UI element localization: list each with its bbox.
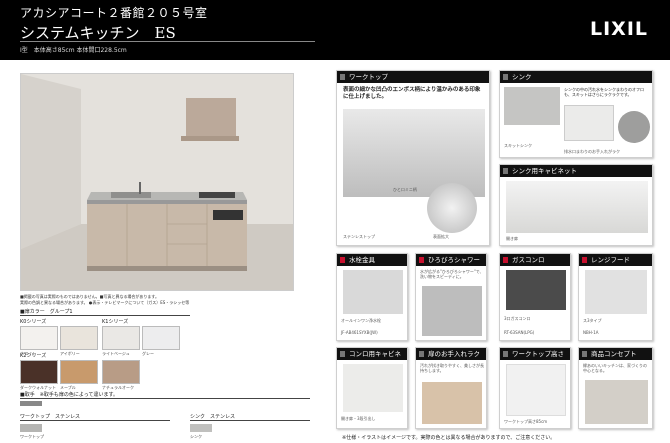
panel-caption: 開き扉・3段引出し (341, 416, 376, 421)
stove-cabinet-image (343, 364, 403, 412)
section-divider (20, 398, 310, 399)
section-divider (20, 420, 170, 421)
header-divider (20, 41, 315, 42)
panel-text: 汚れが拭き取りやすく、美しさが長持ちします。 (420, 363, 484, 373)
panel-caption: 排水口まわりのお手入れがラク (564, 149, 620, 154)
lixil-logo: LIXIL (590, 18, 649, 40)
panel-caption: スキットシンク (504, 143, 532, 148)
door-swatch[interactable] (20, 326, 58, 350)
door-swatch[interactable] (20, 360, 58, 384)
faucet-image (343, 270, 403, 314)
note-line: 実際の色調と異なる場合があります。 ●表示・テレビマークについて（ガス）ES・ラ… (20, 300, 190, 305)
panel-caption: ス3タイプ (583, 318, 602, 323)
door-swatch[interactable] (60, 326, 98, 350)
worktop-color-label: ワークトップ ステンレス (20, 414, 81, 420)
texture-zoom-image (427, 183, 477, 233)
sink-color-label: シンク ステンレス (190, 414, 236, 420)
kitchen-image (20, 73, 294, 291)
panel-title: ガスコンロ (500, 254, 570, 266)
panel-model: NBH-1A (583, 330, 599, 335)
door-swatch[interactable] (102, 360, 140, 384)
sink-image (504, 87, 560, 125)
panel-text: シンクの中の汚れ水をシンクまわりのオフロも、スキットはさらにラクラクです。 (564, 87, 644, 97)
door-swatch[interactable] (60, 360, 98, 384)
series-label-a: K0シリーズ (20, 319, 47, 325)
sink-swatch-label: シンク (190, 434, 202, 439)
panel-door-clean: 扉のお手入れラクラク 汚れが拭き取りやすく、美しさが長持ちします。 (415, 347, 487, 429)
section-divider (20, 315, 190, 316)
worktop-image (343, 109, 485, 197)
panel-sink-cabinet: シンク用キャビネット 開き扉 (499, 164, 653, 246)
panel-title: シンク用キャビネット (500, 165, 652, 177)
panel-caption: オールインワン浄水栓 (341, 318, 381, 323)
series-label-b: K1シリーズ (102, 319, 129, 325)
panel-title: 扉のお手入れラクラク (416, 348, 486, 370)
panel-title: ひろびろシャワー (416, 254, 486, 266)
panel-title: シンク (500, 71, 652, 83)
panel-caption: ひとロミニ柄 (393, 187, 417, 192)
handle-label: ■取手 ※取手も扉の色によって違います。 (20, 392, 119, 398)
door-color-label: ■扉カラー グループ1 (20, 309, 73, 315)
panel-text: 縁あのいいキッチンは、家づくりの中心となる。 (583, 363, 647, 373)
panel-sink: シンク シンクの中の汚れ水をシンクまわりのオフロも、スキットはさらにラクラクです… (499, 70, 653, 158)
kitchen-illustration (21, 74, 293, 290)
sink-cabinet-image (506, 181, 648, 233)
product-name: システムキッチン ES (20, 24, 176, 42)
panel-concept: 商品コンセプト 縁あのいいキッチンは、家づくりの中心となる。 (578, 347, 653, 429)
panel-shower: ひろびろシャワー 水が広がる"ひろびろシャワー"で、洗い物をスピーディに。 (415, 253, 487, 341)
panel-title: コンロ用キャビネット (337, 348, 407, 370)
panel-title: 水栓金具 (337, 254, 407, 266)
panel-caption: ステンレストップ (343, 234, 375, 239)
disclaimer-notes: ■掲載の写真は実際のものではありません。■写真と異なる場合があります。 実際の色… (20, 294, 300, 306)
worktop-swatch (20, 424, 42, 432)
stove-image (506, 270, 566, 310)
concept-image (585, 380, 648, 424)
panel-text: 表面の細かな凹凸のエンボス柄により温かみのある印象に仕上げました。 (343, 87, 481, 100)
door-swatch[interactable] (102, 326, 140, 350)
panel-faucet: 水栓金具 オールインワン浄水栓 JF-AB461SYXB(JW) (336, 253, 408, 341)
worktop-swatch-label: ワークトップ (20, 434, 44, 439)
panel-caption: 開き扉 (506, 236, 518, 241)
panel-title: ワークトップ高さ (500, 348, 570, 360)
series-label-c: K2シリーズ (20, 353, 47, 359)
hood-image (585, 270, 647, 314)
section-divider (190, 420, 310, 421)
shower-image (422, 286, 482, 336)
panel-caption: ワークトップ高さ85cm (504, 419, 548, 424)
sink-swatch (190, 424, 212, 432)
property-name: アカシアコート２番館２０５号室 (20, 6, 208, 20)
handle-swatch (20, 401, 42, 406)
swatch-name: アイボリー (60, 351, 80, 356)
door-swatch[interactable] (142, 326, 180, 350)
panel-stove-cabinet: コンロ用キャビネット 開き扉・3段引出し (336, 347, 408, 429)
swatch-name: グレー (142, 351, 154, 356)
footer-note: ※仕様・イラストはイメージです。実際の色とは異なる場合がありますので、ご注意くだ… (342, 435, 556, 441)
panel-text: 水が広がる"ひろびろシャワー"で、洗い物をスピーディに。 (420, 269, 484, 279)
panel-hood: レンジフード ス3タイプ NBH-1A (578, 253, 653, 341)
panel-title: 商品コンセプト (579, 348, 652, 360)
sink-detail-image (564, 105, 614, 141)
panel-height: ワークトップ高さ ワークトップ高さ85cm (499, 347, 571, 429)
panel-model: JF-AB461SYXB(JW) (341, 330, 378, 335)
panel-model: RT-63SAN(LPG) (504, 330, 535, 335)
product-spec: I型 本体高さ85cm 本体間口228.5cm (20, 47, 127, 54)
header-bar: アカシアコート２番館２０５号室 システムキッチン ES I型 本体高さ85cm … (0, 0, 670, 60)
panel-caption: 表面拡大 (433, 234, 449, 239)
height-diagram (506, 364, 566, 416)
panel-caption: 3口ガスコンロ (504, 316, 531, 321)
panel-stove: ガスコンロ 3口ガスコンロ RT-63SAN(LPG) (499, 253, 571, 341)
door-clean-image (422, 382, 482, 424)
panel-title: ワークトップ (337, 71, 489, 83)
drain-image (618, 111, 650, 143)
swatch-name: ライトベージュ (102, 351, 130, 356)
panel-title: レンジフード (579, 254, 652, 266)
panel-worktop: ワークトップ 表面の細かな凹凸のエンボス柄により温かみのある印象に仕上げました。… (336, 70, 490, 246)
